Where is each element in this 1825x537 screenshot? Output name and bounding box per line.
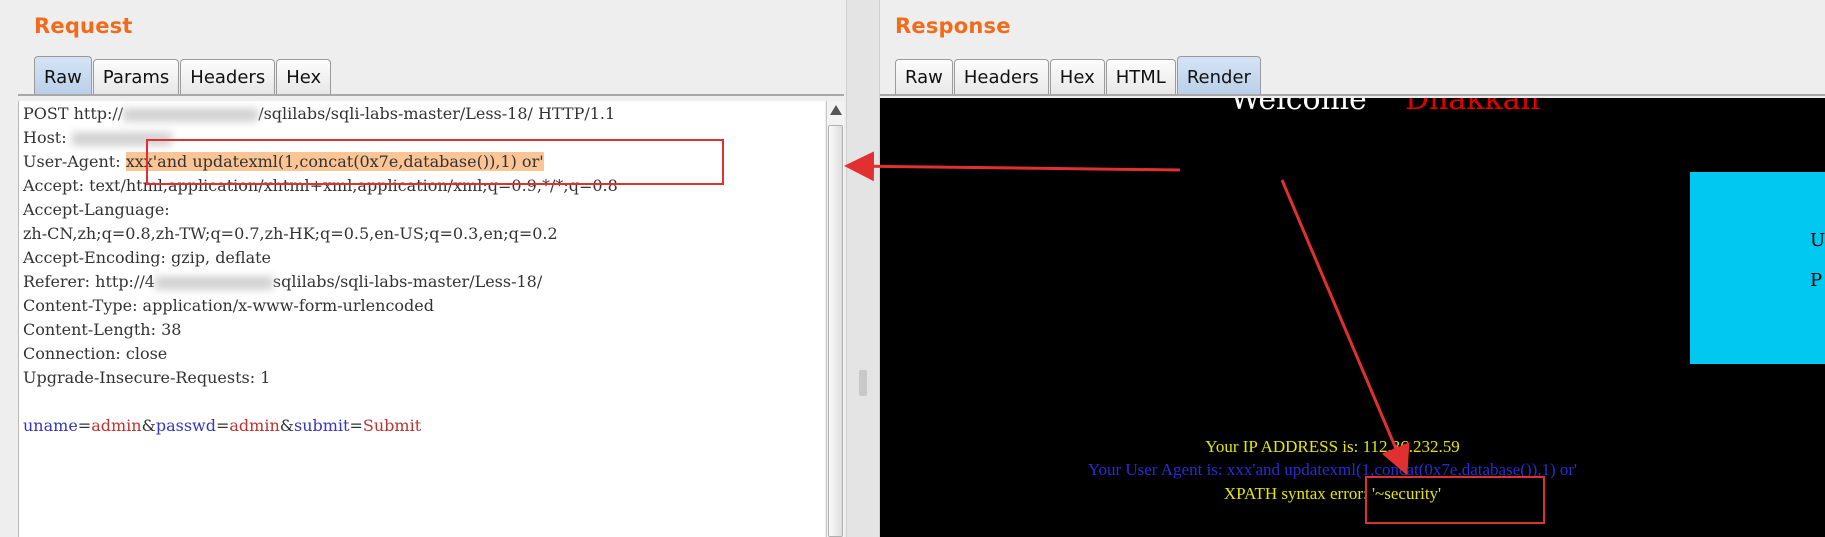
response-panel: Response Raw Headers Hex HTML Render Wel…: [880, 0, 1825, 537]
request-blank-line: [23, 390, 618, 414]
param-value-uname: admin: [91, 416, 142, 435]
request-url-path: /sqlilabs/sqli-labs-master/Less-18/ HTTP…: [258, 104, 616, 123]
request-tab-hex[interactable]: Hex: [276, 59, 332, 95]
response-tab-render[interactable]: Render: [1176, 56, 1261, 95]
host-header-label: Host:: [23, 128, 72, 147]
request-line-1: POST http:// /sqlilabs/sqli-labs-master/L…: [23, 102, 618, 126]
referer-start: Referer: http://4: [23, 272, 155, 291]
request-method-url-start: POST http://: [23, 104, 124, 123]
param-name-submit: submit: [294, 416, 350, 435]
scroll-up-arrow-icon[interactable]: [830, 105, 842, 115]
scroll-thumb[interactable]: [828, 125, 843, 537]
ip-address-line: Your IP ADDRESS is: 112.36.232.59: [1205, 437, 1460, 456]
response-tab-headers[interactable]: Headers: [953, 59, 1049, 95]
welcome-text: Welcome: [1230, 98, 1367, 117]
request-panel: Request Raw Params Headers Hex POST http…: [0, 0, 846, 537]
rendered-response-view: Welcome Dhakkan U P Your IP ADDRESS is: …: [880, 98, 1825, 537]
redacted-host: [123, 107, 259, 122]
form-label-1: U: [1810, 230, 1825, 251]
param-name-uname: uname: [23, 416, 78, 435]
request-tab-raw[interactable]: Raw: [34, 56, 92, 95]
request-line-referer: Referer: http://4 sqlilabs/sqli-labs-mast…: [23, 270, 618, 294]
response-title: Response: [895, 14, 1011, 38]
render-welcome-heading: Welcome Dhakkan: [1230, 98, 1540, 117]
response-tab-hex[interactable]: Hex: [1049, 59, 1105, 95]
referer-path: sqlilabs/sqli-labs-master/Less-18/: [272, 272, 543, 291]
response-tab-underline: [880, 94, 1825, 96]
form-label-2: P: [1810, 270, 1823, 291]
request-tab-underline: [18, 94, 844, 96]
request-line-content-type: Content-Type: application/x-www-form-url…: [23, 296, 434, 315]
param-value-passwd: admin: [229, 416, 280, 435]
response-error-highlight-box: [1365, 476, 1545, 524]
welcome-name: Dhakkan: [1404, 98, 1540, 117]
request-tabbar: Raw Params Headers Hex: [34, 56, 332, 95]
request-body: uname=admin&passwd=admin&submit=Submit: [23, 416, 422, 435]
request-tab-params[interactable]: Params: [92, 59, 180, 95]
request-line-upgrade: Upgrade-Insecure-Requests: 1: [23, 368, 271, 387]
split-pane-divider[interactable]: [846, 0, 880, 537]
request-tab-headers[interactable]: Headers: [180, 59, 276, 95]
param-name-passwd: passwd: [155, 416, 216, 435]
request-line-accept-language: Accept-Language:: [23, 200, 170, 219]
request-line-accept-language-value: zh-CN,zh;q=0.8,zh-TW;q=0.7,zh-HK;q=0.5,e…: [23, 224, 558, 243]
request-scrollbar[interactable]: [826, 101, 844, 537]
xpath-error-line: XPATH syntax error: '~security': [1223, 484, 1442, 503]
login-form-box: U P: [1690, 172, 1825, 364]
redacted-referer: [154, 275, 273, 290]
user-agent-key: User-Agent:: [23, 152, 126, 171]
request-title: Request: [34, 14, 133, 38]
request-line-connection: Connection: close: [23, 344, 168, 363]
request-payload-highlight-box: [146, 139, 724, 185]
request-line-content-length: Content-Length: 38: [23, 320, 182, 339]
response-tab-raw[interactable]: Raw: [895, 59, 953, 95]
param-value-submit: Submit: [362, 416, 422, 435]
response-tab-html[interactable]: HTML: [1105, 59, 1176, 95]
user-agent-line: Your User Agent is: xxx'and updatexml(1,…: [1087, 460, 1578, 479]
request-line-accept-encoding: Accept-Encoding: gzip, deflate: [23, 248, 272, 267]
response-tabbar: Raw Headers Hex HTML Render: [895, 56, 1262, 95]
divider-grip-icon[interactable]: [859, 370, 867, 396]
